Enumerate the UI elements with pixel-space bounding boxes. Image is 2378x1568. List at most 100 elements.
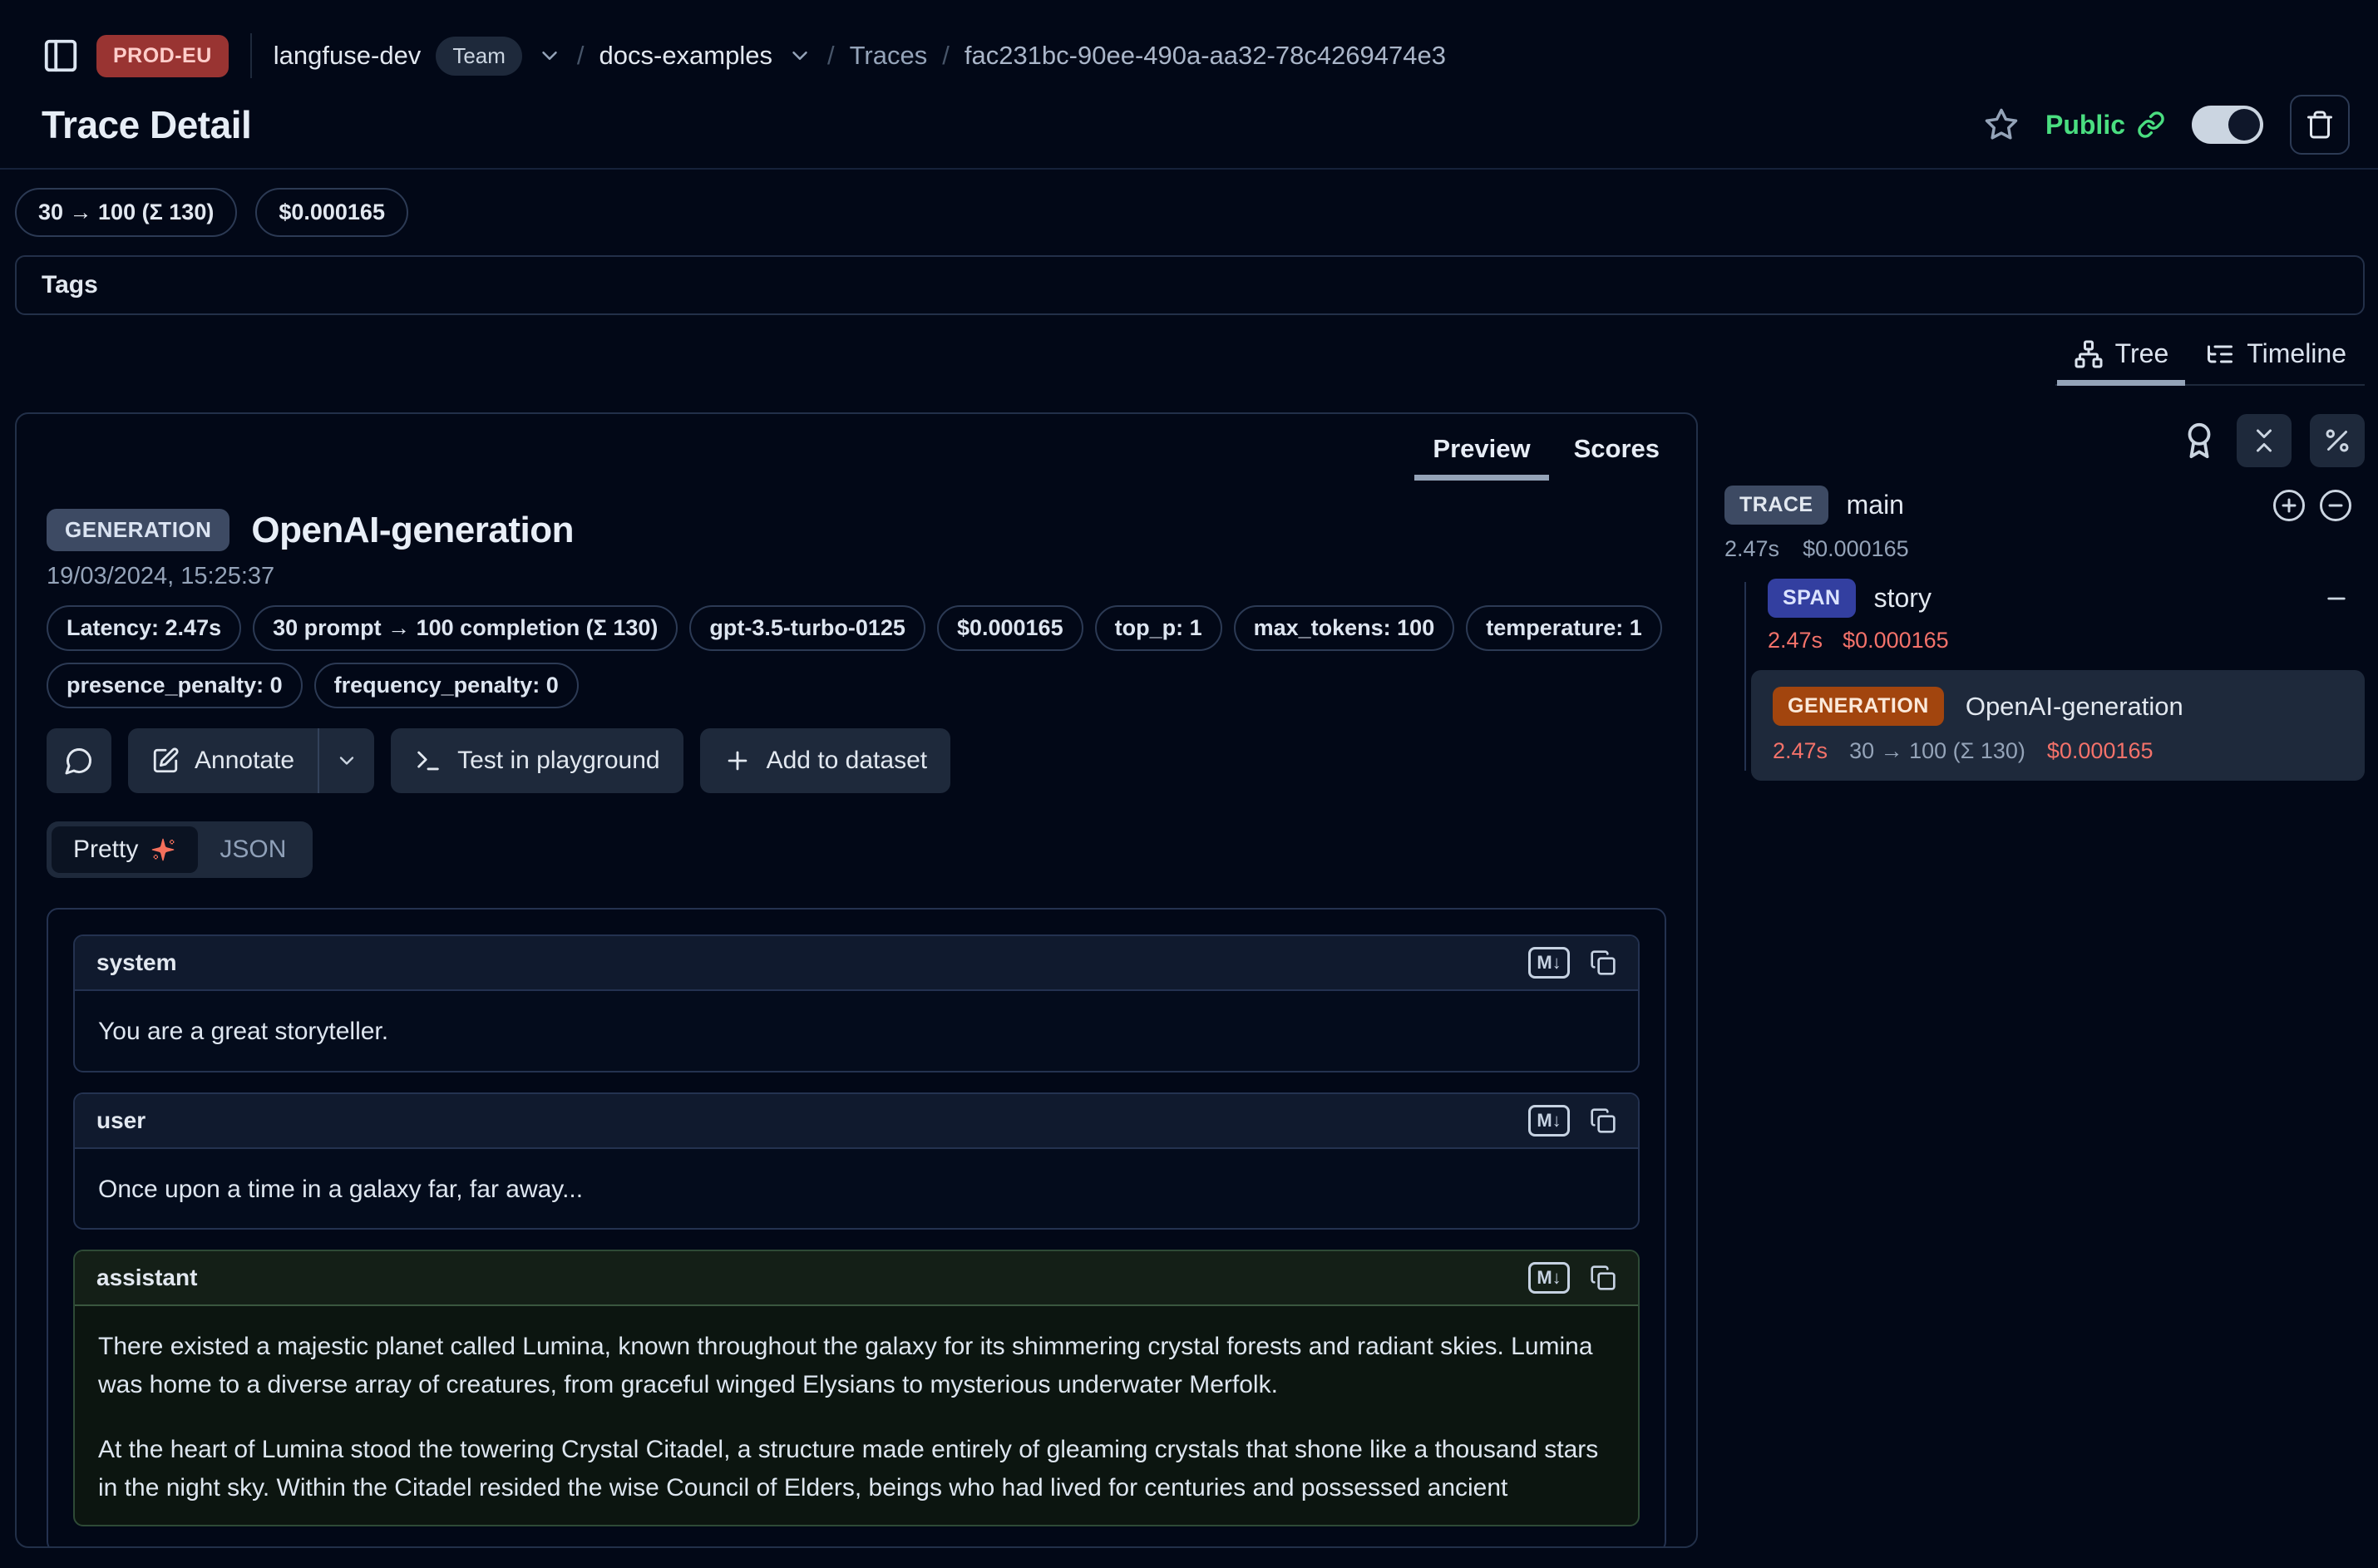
format-pretty-button[interactable]: Pretty	[52, 826, 198, 873]
message-content: Once upon a time in a galaxy far, far aw…	[75, 1149, 1638, 1230]
public-label: Public	[2045, 110, 2125, 141]
sparkles-icon	[150, 836, 176, 863]
scores-award-button[interactable]	[2180, 422, 2218, 460]
star-icon	[1984, 107, 2019, 142]
format-pretty-label: Pretty	[73, 836, 138, 864]
annotate-button[interactable]: Annotate	[128, 728, 318, 793]
message-assistant: assistant M↓ There existed a majestic pl…	[73, 1250, 1640, 1526]
tags-label: Tags	[42, 271, 98, 298]
message-paragraph: At the heart of Lumina stood the towerin…	[98, 1431, 1615, 1507]
tab-preview[interactable]: Preview	[1411, 434, 1552, 481]
bookmark-star-button[interactable]	[1984, 107, 2019, 142]
tab-scores[interactable]: Scores	[1552, 434, 1681, 481]
trace-row-icons	[2272, 488, 2353, 523]
public-toggle[interactable]	[2192, 106, 2263, 144]
tab-scores-label: Scores	[1574, 434, 1660, 463]
observation-type-badge: GENERATION	[47, 509, 229, 551]
breadcrumb-project[interactable]: docs-examples	[599, 41, 772, 71]
chevron-down-icon	[537, 43, 562, 68]
view-tabs: Tree Timeline	[2055, 338, 2365, 386]
zoom-in-plus-icon[interactable]	[2272, 488, 2306, 523]
timeline-icon	[2205, 339, 2235, 369]
copy-button[interactable]	[1590, 1107, 1616, 1134]
annotate-dropdown-button[interactable]	[319, 728, 374, 793]
add-to-dataset-button[interactable]: Add to dataset	[700, 728, 950, 793]
copy-button[interactable]	[1590, 1265, 1616, 1291]
message-role: system	[96, 949, 177, 976]
observation-param-badges: Latency: 2.47s 30 prompt → 100 completio…	[47, 605, 1666, 708]
message-role: assistant	[96, 1265, 197, 1291]
markdown-toggle-button[interactable]: M↓	[1528, 1262, 1570, 1294]
delete-trace-button[interactable]	[2290, 95, 2350, 155]
trace-cost: $0.000165	[1803, 536, 1909, 562]
format-json-label: JSON	[220, 836, 286, 864]
message-content: You are a great storyteller.	[75, 991, 1638, 1072]
top-p-badge: top_p: 1	[1095, 605, 1222, 651]
format-json-button[interactable]: JSON	[198, 826, 308, 873]
annotate-pencil-icon	[151, 747, 180, 775]
trace-type-badge: TRACE	[1724, 486, 1828, 525]
collapse-node-button[interactable]	[2323, 585, 2350, 612]
temperature-badge: temperature: 1	[1466, 605, 1662, 651]
award-icon	[2180, 422, 2218, 460]
breadcrumb-trace-id: fac231bc-90ee-490a-aa32-78c4269474e3	[965, 41, 1446, 71]
observation-body: GENERATION OpenAI-generation 19/03/2024,…	[17, 509, 1696, 1548]
observation-name: OpenAI-generation	[251, 510, 574, 551]
tree-node-trace[interactable]: TRACE main	[1724, 486, 2365, 525]
title-actions: Public	[1984, 95, 2350, 155]
breadcrumb-traces[interactable]: Traces	[850, 41, 928, 71]
tab-tree[interactable]: Tree	[2055, 338, 2188, 384]
observation-timestamp: 19/03/2024, 15:25:37	[47, 563, 1666, 590]
cost-badge: $0.000165	[255, 188, 408, 237]
tab-timeline[interactable]: Timeline	[2187, 338, 2365, 384]
public-link[interactable]: Public	[2045, 110, 2165, 141]
generation-metrics: 2.47s 30 → 100 (Σ 130) $0.000165	[1773, 738, 2343, 764]
presence-penalty-badge: presence_penalty: 0	[47, 663, 303, 708]
span-metrics: 2.47s $0.000165	[1724, 628, 2365, 653]
metrics-percent-button[interactable]	[2310, 414, 2365, 467]
latency-badge: Latency: 2.47s	[47, 605, 241, 651]
tree-node-generation-selected[interactable]: GENERATION OpenAI-generation 2.47s 30 → …	[1751, 670, 2365, 781]
markdown-icon: M↓	[1537, 952, 1561, 974]
sidebar-toggle-button[interactable]	[42, 37, 80, 75]
message-paragraph: You are a great storyteller.	[98, 1013, 1615, 1051]
max-tokens-badge: max_tokens: 100	[1234, 605, 1455, 651]
breadcrumb: langfuse-dev Team / docs-examples / Trac…	[274, 37, 1446, 76]
breadcrumb-separator: /	[942, 41, 950, 71]
model-badge[interactable]: gpt-3.5-turbo-0125	[689, 605, 925, 651]
markdown-toggle-button[interactable]: M↓	[1528, 1105, 1570, 1137]
tree-guide-line	[1744, 582, 1746, 771]
project-switcher[interactable]	[787, 43, 812, 68]
content-row: Preview Scores GENERATION OpenAI-generat…	[0, 386, 2378, 1548]
zoom-out-minus-icon[interactable]	[2318, 488, 2353, 523]
tree-panel-toolbar	[1724, 414, 2365, 467]
tree-node-span[interactable]: SPAN story	[1724, 579, 2365, 618]
org-switcher[interactable]	[537, 43, 562, 68]
message-header: system M↓	[75, 936, 1638, 991]
trash-icon	[2305, 110, 2335, 140]
frequency-penalty-badge: frequency_penalty: 0	[314, 663, 579, 708]
message-header: assistant M↓	[75, 1251, 1638, 1306]
chevron-down-icon	[335, 749, 358, 772]
copy-icon	[1590, 949, 1616, 976]
view-tabs-row: Tree Timeline	[0, 315, 2378, 386]
generation-row: GENERATION OpenAI-generation	[1773, 687, 2343, 726]
breadcrumb-org[interactable]: langfuse-dev	[274, 41, 422, 71]
message-paragraph: Once upon a time in a galaxy far, far aw…	[98, 1171, 1615, 1209]
chevron-down-icon	[787, 43, 812, 68]
chevrons-collapse-icon	[2249, 426, 2279, 456]
token-usage-badge: 30 → 100 (Σ 130)	[15, 188, 237, 237]
tags-box[interactable]: Tags	[15, 255, 2365, 315]
collapse-all-button[interactable]	[2237, 414, 2292, 467]
markdown-toggle-button[interactable]: M↓	[1528, 947, 1570, 979]
markdown-icon: M↓	[1537, 1267, 1561, 1289]
message-actions: M↓	[1528, 1105, 1616, 1137]
topbar-divider	[250, 33, 252, 78]
org-type-badge: Team	[436, 37, 522, 76]
comments-button[interactable]	[47, 728, 111, 793]
annotate-split-button: Annotate	[128, 728, 374, 793]
copy-button[interactable]	[1590, 949, 1616, 976]
test-in-playground-button[interactable]: Test in playground	[391, 728, 683, 793]
trace-metrics: 2.47s $0.000165	[1724, 536, 2365, 562]
markdown-icon: M↓	[1537, 1110, 1561, 1132]
